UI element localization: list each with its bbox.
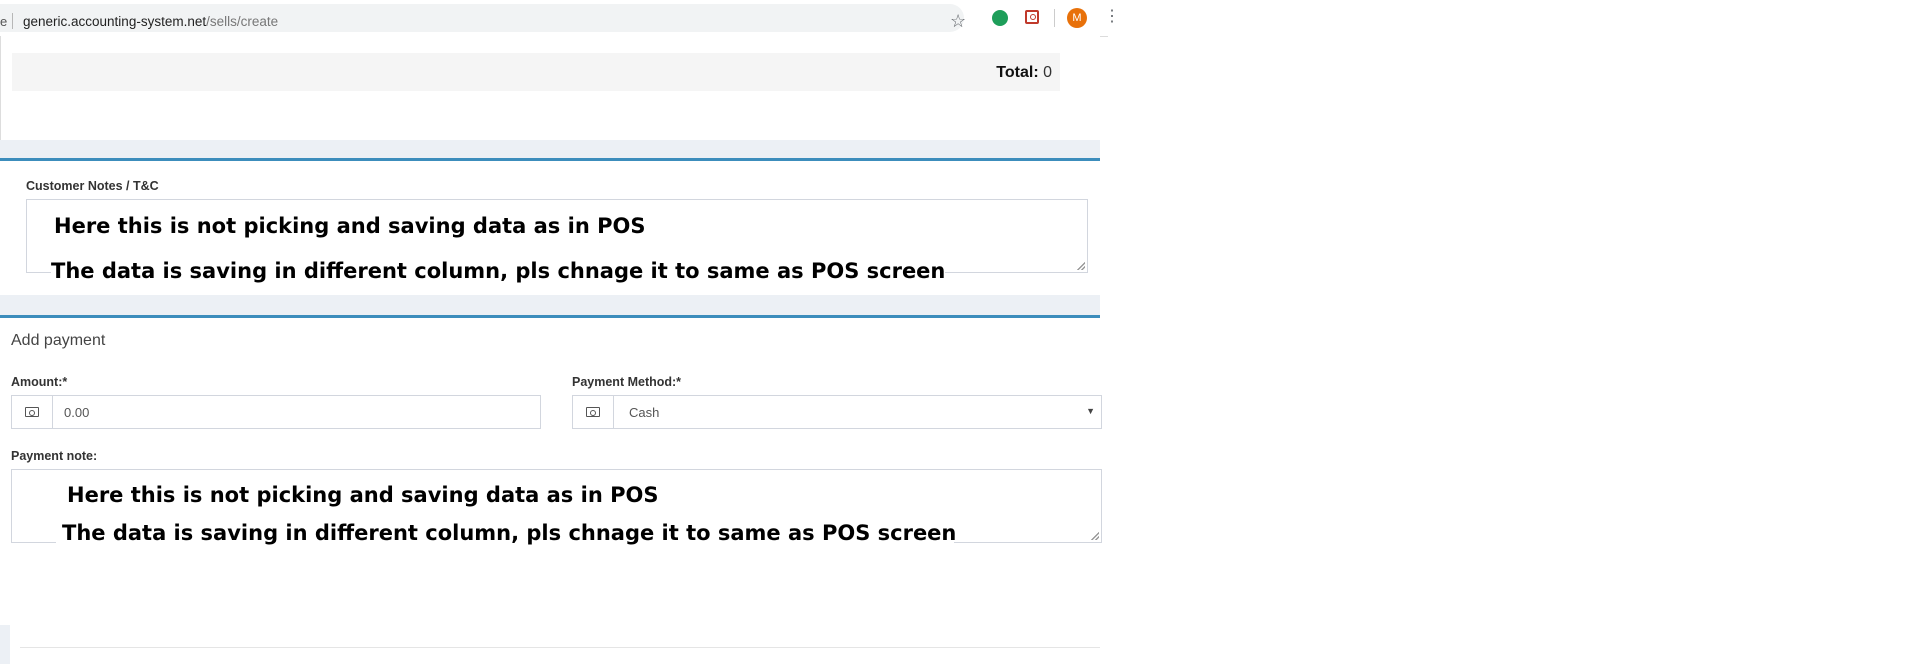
- customer-notes-label: Customer Notes / T&C: [26, 179, 159, 193]
- customer-notes-box: Customer Notes / T&C Here this is not pi…: [0, 158, 1100, 295]
- chevron-down-icon: ▼: [1086, 406, 1095, 416]
- footer-strip: [0, 625, 10, 664]
- amount-addon: [12, 396, 53, 428]
- resize-grip-icon[interactable]: [1077, 262, 1085, 270]
- address-bar[interactable]: e generic.accounting-system.net/sells/cr…: [0, 4, 966, 32]
- total-label: Total:: [996, 64, 1039, 81]
- menu-icon[interactable]: ⋮: [1104, 8, 1120, 26]
- annotation-note-line-1: Here this is not picking and saving data…: [54, 214, 646, 238]
- url-path: /sells/create: [206, 14, 279, 29]
- annotation-payment-line-2: The data is saving in different column, …: [62, 521, 957, 545]
- url-host: generic.accounting-system.net: [23, 14, 207, 29]
- payment-method-addon: [573, 396, 614, 428]
- total-value: 0: [1043, 64, 1052, 81]
- payment-note-label: Payment note:: [11, 449, 98, 463]
- avatar[interactable]: M: [1067, 8, 1087, 28]
- extension-red-icon[interactable]: [1025, 10, 1039, 24]
- payment-method-label: Payment Method:*: [572, 375, 682, 389]
- address-prefix: e: [0, 14, 8, 29]
- resize-grip-icon[interactable]: [1091, 532, 1099, 540]
- annotation-note-line-2: The data is saving in different column, …: [51, 259, 946, 283]
- amount-label: Amount:*: [11, 375, 68, 389]
- add-payment-box: Add payment Amount:* 0.00 Payment Method…: [0, 315, 1102, 558]
- footer-divider: [20, 647, 1100, 648]
- toolbar-divider: [1054, 9, 1055, 27]
- amount-input-group: 0.00: [11, 395, 541, 429]
- address-separator: [12, 13, 13, 29]
- add-payment-title: Add payment: [11, 332, 106, 349]
- money-icon: [25, 407, 39, 417]
- extension-green-icon[interactable]: [992, 10, 1008, 26]
- total-bar: Total: 0: [12, 53, 1060, 91]
- address-url[interactable]: generic.accounting-system.net/sells/crea…: [23, 14, 278, 29]
- amount-input[interactable]: 0.00: [64, 405, 89, 420]
- total-display: Total: 0: [996, 64, 1052, 82]
- payment-method-value: Cash: [629, 405, 660, 420]
- star-icon[interactable]: ☆: [950, 12, 966, 30]
- totals-box: Total: 0: [0, 36, 1100, 140]
- money-icon: [586, 407, 600, 417]
- browser-toolbar: e generic.accounting-system.net/sells/cr…: [0, 0, 1120, 37]
- payment-method-select[interactable]: Cash ▼: [572, 395, 1102, 429]
